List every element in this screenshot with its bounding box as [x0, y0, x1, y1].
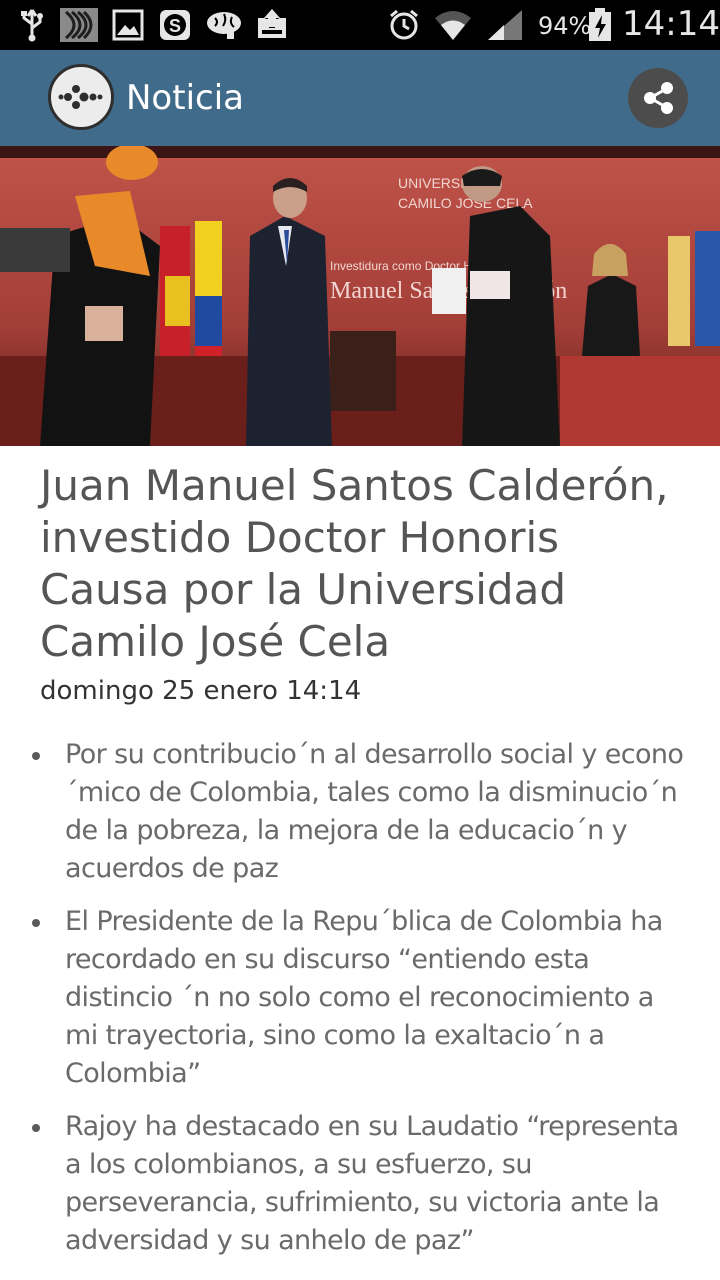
- upload-icon: [258, 9, 286, 38]
- bullet-text: Rajoy ha destacado en su Laudatio “repre…: [65, 1111, 679, 1256]
- article-photo: UNIVERSIDAD CAMILO JOSÉ CELA Investidura…: [0, 146, 720, 446]
- bullet-text: El Presidente de la Repu´blica de Colomb…: [65, 906, 663, 1089]
- brain-icon: [207, 12, 241, 39]
- article-headline: Juan Manuel Santos Calderón, investido D…: [40, 461, 669, 666]
- alarm-icon: [390, 9, 418, 40]
- share-icon: [644, 82, 673, 114]
- bullet-dot-icon: [32, 1124, 40, 1132]
- list-item: El Presidente de la Repu´blica de Colomb…: [32, 903, 694, 1093]
- bullet-dot-icon: [32, 752, 40, 760]
- battery-icon: [589, 8, 611, 41]
- battery-percent: 94%: [538, 12, 592, 40]
- app-bar: Noticia: [0, 50, 720, 146]
- article-date: domingo 25 enero 14:14: [40, 676, 362, 706]
- sound-wave-icon: [60, 8, 98, 42]
- svg-text:S: S: [169, 16, 181, 36]
- share-button[interactable]: [628, 68, 688, 128]
- list-item: Rajoy ha destacado en su Laudatio “repre…: [32, 1108, 694, 1260]
- list-item: Por su contribucio´n al desarrollo socia…: [32, 736, 694, 888]
- app-logo-icon[interactable]: [48, 64, 114, 130]
- clock: 14:14: [622, 4, 720, 44]
- gallery-icon: [112, 9, 144, 41]
- wifi-icon: [435, 11, 471, 40]
- signal-icon: [488, 10, 522, 40]
- usb-icon: [21, 9, 43, 42]
- status-bar: S 94% 14:14: [0, 0, 720, 50]
- bullet-text: Por su contribucio´n al desarrollo socia…: [65, 739, 684, 884]
- skype-icon: S: [160, 10, 190, 40]
- bullet-dot-icon: [32, 919, 40, 927]
- article-bullet-list: Por su contribucio´n al desarrollo socia…: [32, 736, 694, 1275]
- app-title: Noticia: [126, 78, 244, 118]
